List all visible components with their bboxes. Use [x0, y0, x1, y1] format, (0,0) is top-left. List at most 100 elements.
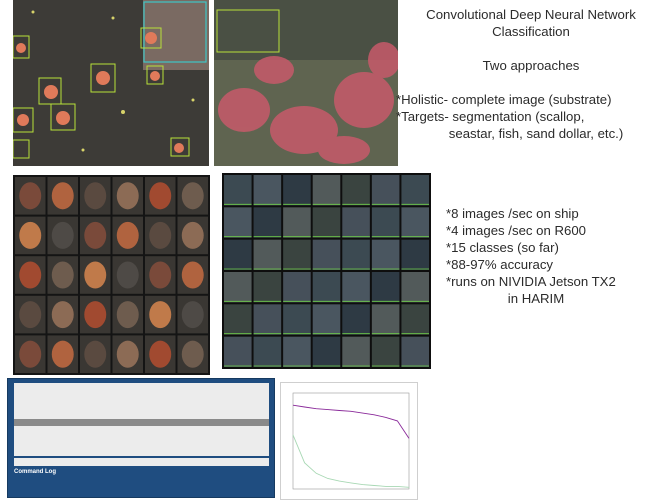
approach-holistic: *Holistic- complete image (substrate) [396, 92, 612, 107]
substrate-tile [224, 336, 252, 367]
slide-title-line-2: Classification [492, 24, 570, 39]
substrate-tile [401, 207, 429, 238]
table-cell [80, 397, 104, 404]
table-cell [142, 390, 180, 397]
table-cell [14, 405, 80, 412]
substrate-tile [253, 272, 282, 303]
scallop-shape [149, 221, 172, 249]
substrate-tile [283, 239, 311, 270]
chart-series-line-1 [292, 404, 410, 439]
substrate-tiles-grid [222, 173, 431, 369]
substrate-tile [253, 304, 282, 335]
table-cell [104, 390, 142, 397]
scallop-shape [19, 301, 42, 329]
substrate-tile [342, 304, 370, 335]
scallop-shape [51, 261, 74, 289]
summary-bar [14, 458, 269, 466]
table-cell [104, 397, 142, 404]
approach-targets-line-2: seastar, fish, sand dollar, etc.) [448, 126, 624, 141]
substrate-tile [371, 239, 400, 270]
scallop-shape [149, 301, 172, 329]
stat-line: in HARIM [507, 291, 565, 306]
command-log-label[interactable]: Command Log [14, 469, 56, 475]
table-cell [180, 390, 269, 397]
substrate-tile [371, 175, 400, 206]
slide-title-block: Convolutional Deep Neural Network Classi… [396, 6, 666, 142]
table-cell [80, 412, 104, 419]
table-cell [14, 383, 80, 390]
table-cell [80, 405, 104, 412]
scallop-shape [181, 261, 204, 289]
stat-line: *88-97% accuracy [446, 257, 554, 272]
approaches-heading: Two approaches [482, 58, 580, 73]
substrate-tile [342, 175, 370, 206]
substrate-tile [312, 336, 341, 367]
substrate-tile [312, 239, 341, 270]
scallop-shape [181, 340, 204, 368]
scallop-shape [116, 261, 139, 289]
substrate-tile [224, 207, 252, 238]
substrate-tile [312, 175, 341, 206]
substrate-tile [371, 207, 400, 238]
scallop-shape [149, 261, 172, 289]
substrate-tile [371, 272, 400, 303]
performance-stats: *8 images /sec on ship *4 images /sec on… [446, 205, 666, 307]
table-row[interactable] [14, 405, 269, 412]
substrate-tile [342, 272, 370, 303]
substrate-tile [371, 304, 400, 335]
substrate-tile [224, 239, 252, 270]
stat-line: *8 images /sec on ship [446, 206, 579, 221]
scallop-shape [19, 261, 42, 289]
table-cell [180, 383, 269, 390]
substrate-tile [342, 239, 370, 270]
stat-line: *15 classes (so far) [446, 240, 559, 255]
table-cell [80, 383, 104, 390]
scallop-shape [116, 301, 139, 329]
scallop-shape [84, 221, 107, 249]
table-row[interactable] [14, 390, 269, 397]
results-table [14, 383, 269, 456]
substrate-tile [342, 336, 370, 367]
table-cell [80, 390, 104, 397]
substrate-tile [312, 304, 341, 335]
table-cell [180, 412, 269, 419]
substrate-tile [401, 175, 429, 206]
table-cell [14, 418, 80, 427]
substrate-tile [312, 272, 341, 303]
substrate-tile [253, 207, 282, 238]
stat-line: *4 images /sec on R600 [446, 223, 587, 238]
scallop-shape [116, 340, 139, 368]
scallop-shape [84, 261, 107, 289]
table-row[interactable] [14, 397, 269, 404]
substrate-tile [401, 304, 429, 335]
substrate-tile [283, 272, 311, 303]
substrate-tile [283, 207, 311, 238]
table-cell [14, 397, 80, 404]
table-cell [80, 418, 104, 427]
scallop-shape [149, 182, 172, 210]
totals-row[interactable] [14, 418, 269, 427]
results-window: Command Log [7, 378, 275, 498]
scallop-shape [51, 182, 74, 210]
table-cell [180, 397, 269, 404]
table-cell [104, 412, 142, 419]
scallop-shape [19, 340, 42, 368]
chart-series-line-2 [292, 434, 410, 488]
scallop-shape [84, 182, 107, 210]
table-cell [14, 412, 80, 419]
table-cell [142, 405, 180, 412]
scallop-shape [181, 301, 204, 329]
table-row[interactable] [14, 412, 269, 419]
substrate-tile [253, 336, 282, 367]
table-row[interactable] [14, 383, 269, 390]
stat-line: *runs on NIVIDIA Jetson TX2 [446, 274, 616, 289]
table-cell [104, 405, 142, 412]
table-cell [180, 405, 269, 412]
table-cell [142, 383, 180, 390]
substrate-tile [401, 336, 429, 367]
substrate-tile [342, 207, 370, 238]
scallop-crops-grid [13, 175, 210, 375]
substrate-tile [283, 175, 311, 206]
scallop-shape [51, 340, 74, 368]
scallop-shape [149, 340, 172, 368]
